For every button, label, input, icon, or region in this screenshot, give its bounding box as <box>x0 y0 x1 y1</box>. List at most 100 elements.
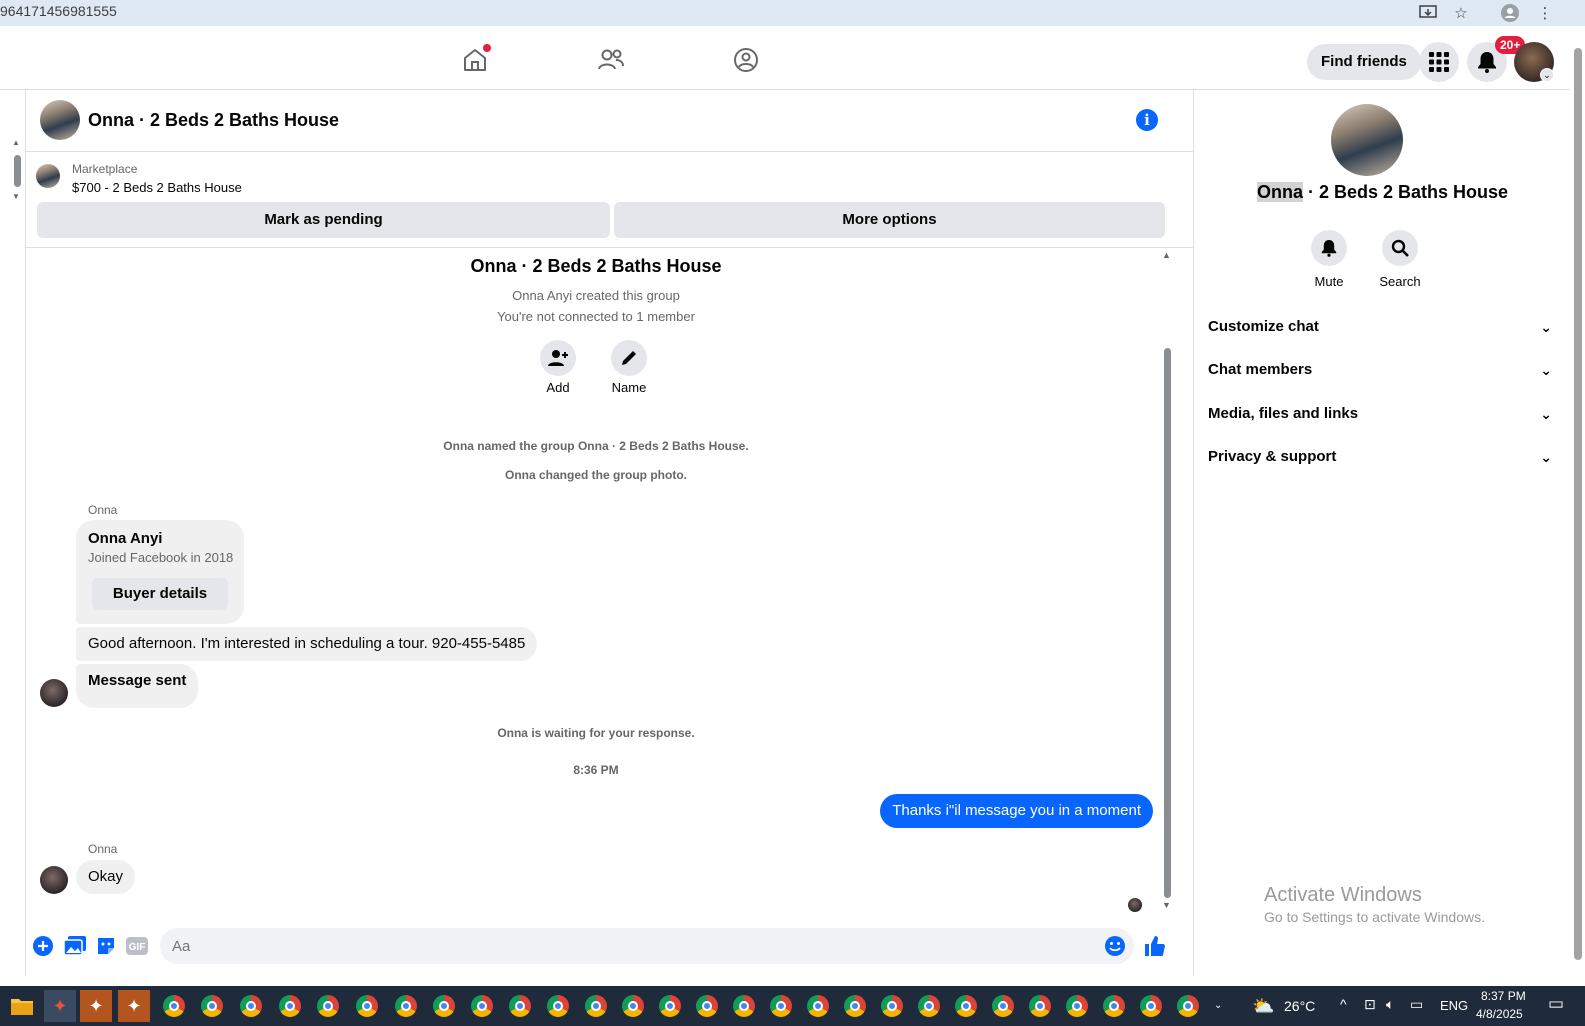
chevron-up-icon[interactable]: ^ <box>1340 996 1347 1012</box>
chrome-taskbar-12[interactable] <box>580 990 612 1022</box>
chrome-taskbar-1[interactable] <box>158 990 190 1022</box>
sticker-icon[interactable] <box>95 935 117 957</box>
home-tab[interactable] <box>455 42 495 78</box>
message-input[interactable] <box>160 928 1134 964</box>
chrome-taskbar-2[interactable] <box>196 990 228 1022</box>
chrome-taskbar-21[interactable] <box>913 990 945 1022</box>
install-app-icon[interactable] <box>1418 3 1438 23</box>
chrome-taskbar-3[interactable] <box>235 990 267 1022</box>
panel-group-avatar[interactable] <box>1331 104 1403 176</box>
clock-date[interactable]: 4/8/2025 <box>1476 1007 1523 1021</box>
groups-tab[interactable] <box>726 42 766 78</box>
chrome-taskbar-18[interactable] <box>802 990 834 1022</box>
taskbar-app-3[interactable]: ✦ <box>118 990 150 1022</box>
clock-time[interactable]: 8:37 PM <box>1481 989 1526 1003</box>
chrome-taskbar-16[interactable] <box>728 990 760 1022</box>
chrome-taskbar-19[interactable] <box>839 990 871 1022</box>
page-scrollbar-thumb[interactable] <box>1574 48 1582 960</box>
taskbar-scroll-up-icon[interactable]: ⌃ <box>1214 980 1222 991</box>
sender-avatar[interactable] <box>40 679 68 707</box>
chrome-taskbar-8[interactable] <box>428 990 460 1022</box>
chrome-taskbar-24[interactable] <box>1024 990 1056 1022</box>
msg-scroll-down-arrow-icon[interactable]: ▼ <box>1162 900 1171 910</box>
taskbar-scroll-down-icon[interactable]: ⌄ <box>1214 1000 1222 1011</box>
listing-thumbnail[interactable] <box>36 164 60 188</box>
chrome-taskbar-17[interactable] <box>765 990 797 1022</box>
plus-icon[interactable] <box>32 935 54 957</box>
language-indicator[interactable]: ENG <box>1440 998 1468 1013</box>
chat-members-row[interactable]: Chat members ⌄ <box>1208 350 1558 390</box>
mute-button[interactable]: Mute <box>1299 230 1359 289</box>
chrome-icon <box>807 995 829 1017</box>
chrome-taskbar-5[interactable] <box>312 990 344 1022</box>
thumbs-up-icon[interactable] <box>1143 935 1165 957</box>
add-member-button[interactable] <box>540 340 576 376</box>
message-bubble-interest[interactable]: Good afternoon. I'm interested in schedu… <box>76 627 538 661</box>
chrome-taskbar-23[interactable] <box>987 990 1019 1022</box>
listing-price[interactable]: $700 - 2 Beds 2 Baths House <box>72 180 242 195</box>
scroll-down-arrow-icon[interactable]: ▼ <box>12 192 20 201</box>
taskbar-app-2[interactable]: ✦ <box>80 990 112 1022</box>
info-icon[interactable]: i <box>1136 109 1158 131</box>
name-label: Name <box>611 380 647 395</box>
message-bubble-sent-note[interactable]: Message sent <box>76 664 199 708</box>
weather-icon[interactable]: ⛅ <box>1252 996 1274 1017</box>
media-files-row[interactable]: Media, files and links ⌄ <box>1208 394 1558 434</box>
menu-button[interactable] <box>1419 42 1459 82</box>
left-scrollbar-thumb[interactable] <box>14 155 21 187</box>
intro-title: Onna · 2 Beds 2 Baths House <box>470 256 722 276</box>
scroll-up-arrow-icon[interactable]: ▲ <box>12 138 20 147</box>
emoji-icon[interactable] <box>1104 935 1126 957</box>
url-text[interactable]: 964171456981555 <box>0 3 117 19</box>
find-friends-button[interactable]: Find friends <box>1307 44 1421 80</box>
photo-icon[interactable] <box>64 935 86 957</box>
browser-menu-icon[interactable]: ⋮ <box>1535 3 1555 23</box>
volume-icon[interactable]: 🔈︎ <box>1386 996 1394 1013</box>
chrome-taskbar-11[interactable] <box>542 990 574 1022</box>
account-chevron-icon[interactable]: ⌄ <box>1540 68 1554 82</box>
chrome-taskbar-15[interactable] <box>691 990 723 1022</box>
chrome-taskbar-25[interactable] <box>1061 990 1093 1022</box>
message-bubble-outgoing[interactable]: Thanks i"il message you in a moment <box>880 794 1153 828</box>
chrome-taskbar-10[interactable] <box>504 990 536 1022</box>
left-sidebar-edge: ▲ ▼ <box>0 90 26 976</box>
panel-title-rest: · 2 Beds 2 Baths House <box>1302 182 1509 202</box>
buyer-name[interactable]: Onna Anyi <box>88 530 162 547</box>
chrome-taskbar-20[interactable] <box>876 990 908 1022</box>
chrome-taskbar-4[interactable] <box>274 990 306 1022</box>
mark-as-pending-button[interactable]: Mark as pending <box>37 202 610 238</box>
browser-profile-icon[interactable] <box>1500 3 1520 23</box>
chrome-taskbar-27[interactable] <box>1135 990 1167 1022</box>
friends-tab[interactable] <box>591 42 631 78</box>
bookmark-star-icon[interactable]: ☆ <box>1451 3 1471 23</box>
network-icon[interactable]: ⊡ <box>1364 996 1376 1013</box>
gif-icon[interactable]: GIF <box>126 935 148 957</box>
taskbar-app-1[interactable]: ✦ <box>44 990 76 1022</box>
chrome-taskbar-9[interactable] <box>466 990 498 1022</box>
chrome-taskbar-13[interactable] <box>617 990 649 1022</box>
chat-title[interactable]: Onna · 2 Beds 2 Baths House <box>88 110 339 131</box>
message-scrollbar-thumb[interactable] <box>1164 348 1171 898</box>
chrome-taskbar-7[interactable] <box>390 990 422 1022</box>
name-group-button[interactable] <box>611 340 647 376</box>
notification-center-icon[interactable]: ▭ <box>1548 994 1564 1014</box>
chrome-taskbar-6[interactable] <box>351 990 383 1022</box>
chrome-taskbar-22[interactable] <box>950 990 982 1022</box>
message-bubble-okay[interactable]: Okay <box>76 860 136 894</box>
privacy-support-row[interactable]: Privacy & support ⌄ <box>1208 437 1558 477</box>
sender-avatar-2[interactable] <box>40 866 68 894</box>
chrome-taskbar-14[interactable] <box>654 990 686 1022</box>
customize-chat-row[interactable]: Customize chat ⌄ <box>1208 307 1558 347</box>
file-explorer-icon[interactable] <box>6 990 38 1022</box>
chrome-taskbar-28[interactable] <box>1172 990 1204 1022</box>
chrome-taskbar-26[interactable] <box>1098 990 1130 1022</box>
buyer-details-button[interactable]: Buyer details <box>92 578 228 610</box>
watermark-line-1: Activate Windows <box>1264 884 1422 906</box>
group-avatar[interactable] <box>40 100 80 140</box>
display-icon[interactable]: ▭ <box>1410 996 1423 1013</box>
more-options-button[interactable]: More options <box>614 202 1165 238</box>
intro-created: Onna Anyi created this group <box>512 288 680 303</box>
search-button[interactable]: Search <box>1370 230 1430 289</box>
temperature[interactable]: 26°C <box>1284 998 1315 1014</box>
msg-scroll-up-arrow-icon[interactable]: ▲ <box>1162 250 1171 260</box>
